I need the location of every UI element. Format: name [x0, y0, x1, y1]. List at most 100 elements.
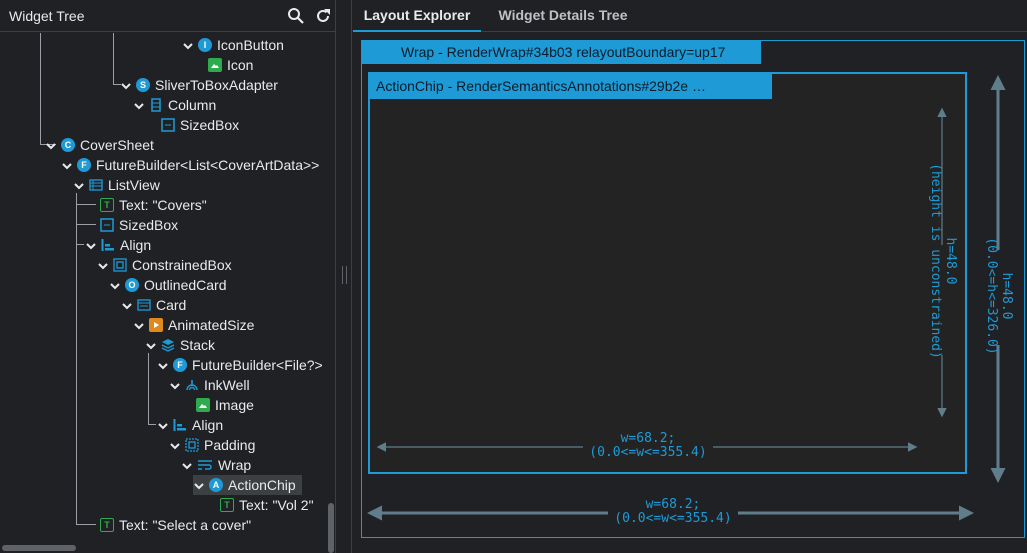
widget-circle-icon: O — [125, 278, 139, 292]
inner-height-label: h=48.0 (height is unconstrained) — [926, 161, 958, 361]
tree-node-label: ConstrainedBox — [132, 257, 232, 273]
tree-node-label: Align — [120, 237, 152, 253]
align-icon — [173, 418, 187, 432]
outer-width-constraint: (0.0<=w<=355.4) — [614, 511, 732, 526]
tree-node-label: Text: "Covers" — [119, 197, 207, 213]
widget-tree-panel: Widget Tree I IconButton Icon S SliverTo… — [0, 0, 336, 553]
search-icon[interactable] — [287, 7, 305, 25]
chevron-down-icon[interactable] — [133, 319, 145, 331]
tree-node-inkwell[interactable]: InkWell — [169, 375, 250, 395]
tree-node-label: Stack — [180, 337, 216, 353]
inner-width-value: w=68.2; — [620, 431, 676, 446]
inner-width-constraint: (0.0<=w<=355.4) — [589, 445, 707, 460]
tree-node-label: Padding — [204, 437, 256, 453]
tree-node-image[interactable]: Image — [196, 395, 254, 415]
vertical-scrollbar[interactable] — [328, 503, 334, 553]
tree-node-card[interactable]: Card — [121, 295, 186, 315]
widget-circle-icon: S — [136, 78, 150, 92]
tree-node-futurebuilder-list[interactable]: F FutureBuilder<List<CoverArtData>> — [61, 155, 319, 175]
tree-node-label: Icon — [227, 57, 254, 73]
outer-width-value: w=68.2; — [645, 497, 701, 512]
tree-node-coversheet[interactable]: C CoverSheet — [45, 135, 154, 155]
tree-node-listview[interactable]: ListView — [73, 175, 160, 195]
sizedbox-icon — [100, 218, 114, 232]
chevron-down-icon[interactable] — [45, 139, 57, 151]
tree-node-icon[interactable]: Icon — [208, 55, 253, 75]
tree-node-align[interactable]: Align — [157, 415, 223, 435]
chevron-down-icon[interactable] — [181, 459, 193, 471]
tree-node-actionchip[interactable]: A ActionChip — [193, 475, 302, 495]
text-icon: T — [100, 198, 114, 212]
tree-node-outlinedcard[interactable]: O OutlinedCard — [109, 275, 227, 295]
widget-circle-icon: F — [77, 158, 91, 172]
tree-node-label: SizedBox — [180, 117, 240, 133]
panel-splitter[interactable] — [337, 0, 352, 553]
tree-node-label: SizedBox — [119, 217, 179, 233]
tree-node-text-vol2[interactable]: T Text: "Vol 2" — [220, 495, 314, 515]
chevron-down-icon[interactable] — [133, 99, 145, 111]
widget-tree-header: Widget Tree — [0, 0, 335, 32]
wrap-icon — [197, 458, 213, 472]
tree-node-label: Image — [215, 397, 254, 413]
tree-node-label: CoverSheet — [80, 137, 154, 153]
chevron-down-icon[interactable] — [169, 379, 181, 391]
tree-node-animatedsize[interactable]: AnimatedSize — [133, 315, 254, 335]
tree-node-text-select-cover[interactable]: T Text: "Select a cover" — [100, 515, 251, 535]
tree-node-label: FutureBuilder<File?> — [192, 357, 323, 373]
chevron-down-icon[interactable] — [169, 439, 181, 451]
chevron-down-icon[interactable] — [120, 79, 132, 91]
chevron-down-icon[interactable] — [182, 39, 194, 51]
tree-node-align[interactable]: Align — [85, 235, 151, 255]
tree-node-padding[interactable]: Padding — [169, 435, 255, 455]
sizedbox-icon — [161, 118, 175, 132]
tree-node-label: ListView — [108, 177, 160, 193]
constrainedbox-icon — [113, 258, 127, 272]
image-icon — [208, 58, 222, 72]
column-icon — [149, 98, 163, 112]
listview-icon — [89, 178, 103, 192]
outer-height-label: h=48.0 (0.0<=h<=326.0) — [982, 236, 1014, 356]
tree-node-iconbutton[interactable]: I IconButton — [182, 35, 284, 55]
chevron-down-icon[interactable] — [157, 359, 169, 371]
inner-height-value: h=48.0 — [943, 237, 958, 285]
inner-width-label: w=68.2; (0.0<=w<=355.4) — [583, 432, 713, 460]
tree-node-column[interactable]: Column — [133, 95, 216, 115]
splitter-grip-icon[interactable] — [342, 266, 347, 284]
chevron-down-icon[interactable] — [73, 179, 85, 191]
widget-circle-icon: F — [173, 358, 187, 372]
tree-node-label: OutlinedCard — [144, 277, 227, 293]
widget-circle-icon: I — [198, 38, 212, 52]
animated-icon — [149, 318, 163, 332]
inkwell-icon — [185, 378, 199, 392]
refresh-icon[interactable] — [314, 7, 332, 25]
chevron-down-icon[interactable] — [61, 159, 73, 171]
chevron-down-icon[interactable] — [193, 479, 205, 491]
tree-node-label: Column — [168, 97, 217, 113]
align-icon — [101, 238, 115, 252]
chevron-down-icon[interactable] — [85, 239, 97, 251]
details-panel: Layout Explorer Widget Details Tree Wrap… — [353, 0, 1027, 553]
chevron-down-icon[interactable] — [97, 259, 109, 271]
chevron-down-icon[interactable] — [145, 339, 157, 351]
tree-node-sizedbox[interactable]: SizedBox — [161, 115, 239, 135]
tree-node-label: ActionChip — [228, 477, 296, 493]
outer-height-constraint: (0.0<=h<=326.0) — [984, 237, 999, 355]
tree-node-text-covers[interactable]: T Text: "Covers" — [100, 195, 207, 215]
tree-node-wrap[interactable]: Wrap — [181, 455, 251, 475]
tree-node-stack[interactable]: Stack — [145, 335, 215, 355]
chevron-down-icon[interactable] — [157, 419, 169, 431]
widget-tree-title: Widget Tree — [9, 8, 85, 24]
widget-circle-icon: A — [209, 478, 223, 492]
tree-node-label: Card — [156, 297, 187, 313]
tree-node-slivertoboxadapter[interactable]: S SliverToBoxAdapter — [120, 75, 278, 95]
chevron-down-icon[interactable] — [121, 299, 133, 311]
tree-node-sizedbox[interactable]: SizedBox — [100, 215, 178, 235]
tree-node-label: Align — [192, 417, 224, 433]
tree-node-label: AnimatedSize — [168, 317, 255, 333]
widget-circle-icon: C — [61, 138, 75, 152]
tree-node-label: SliverToBoxAdapter — [155, 77, 278, 93]
horizontal-scrollbar[interactable] — [2, 545, 76, 551]
tree-node-constrainedbox[interactable]: ConstrainedBox — [97, 255, 232, 275]
tree-node-futurebuilder-file[interactable]: F FutureBuilder<File?> — [157, 355, 323, 375]
chevron-down-icon[interactable] — [109, 279, 121, 291]
